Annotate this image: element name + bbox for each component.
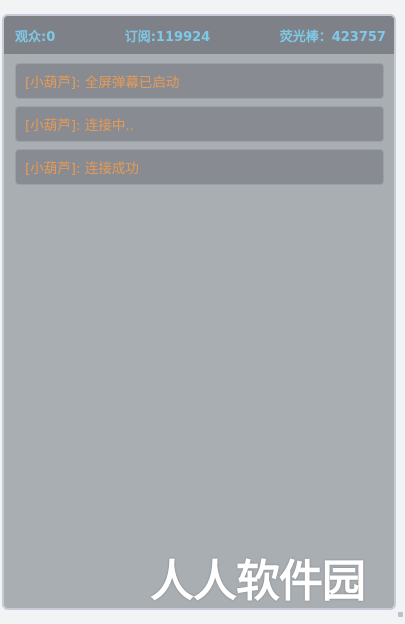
message-text: [小葫芦]: 全屏弹幕已启动 — [25, 75, 180, 91]
message-item: [小葫芦]: 全屏弹幕已启动 — [15, 63, 384, 99]
message-item: [小葫芦]: 连接中.. — [15, 106, 384, 142]
audience-count: 观众:0 — [15, 29, 56, 45]
message-list[interactable]: [小葫芦]: 全屏弹幕已启动 [小葫芦]: 连接中.. [小葫芦]: 连接成功 — [4, 54, 394, 185]
resize-grip[interactable] — [398, 612, 403, 617]
message-text: [小葫芦]: 连接成功 — [25, 161, 139, 177]
message-item: [小葫芦]: 连接成功 — [15, 149, 384, 185]
glowstick-count: 荧光棒：423757 — [279, 29, 386, 45]
subscription-count: 订阅:119924 — [124, 29, 211, 45]
stats-header: 观众:0 订阅:119924 荧光棒：423757 — [4, 16, 394, 54]
danmaku-panel: 观众:0 订阅:119924 荧光棒：423757 [小葫芦]: 全屏弹幕已启动… — [2, 14, 396, 610]
message-text: [小葫芦]: 连接中.. — [25, 118, 134, 134]
watermark-text: 人人软件园 — [150, 556, 366, 607]
